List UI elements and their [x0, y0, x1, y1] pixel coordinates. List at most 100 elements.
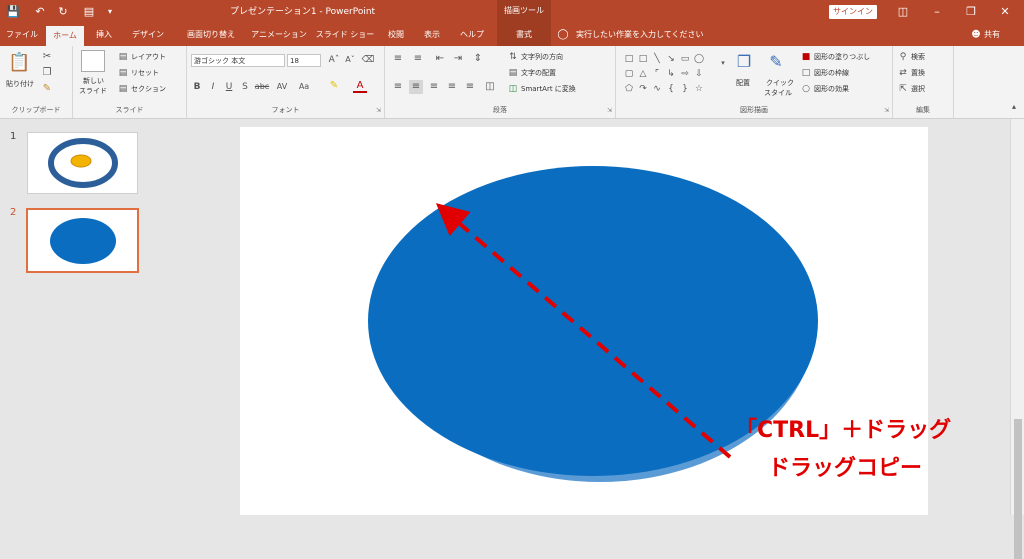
shape-fill-icon[interactable]: ■	[800, 50, 812, 64]
columns-icon[interactable]: ◫	[483, 80, 497, 94]
tab-slideshow[interactable]: スライド ショー	[314, 24, 376, 46]
quick-styles-icon[interactable]: ✎	[766, 52, 786, 72]
left-brace-shape-icon[interactable]: {	[666, 84, 676, 94]
tab-home[interactable]: ホーム	[46, 26, 84, 46]
bold-button[interactable]: B	[191, 80, 203, 94]
decrease-indent-icon[interactable]: ⇤	[433, 52, 447, 66]
vertical-scrollbar[interactable]	[1010, 119, 1024, 559]
gallery-more-icon[interactable]: ▾	[718, 56, 728, 70]
layout-button[interactable]: レイアウト	[131, 52, 166, 62]
arrow-line-shape-icon[interactable]: ↘	[666, 54, 676, 64]
align-left-icon[interactable]: ≡	[391, 80, 405, 94]
tab-view[interactable]: 表示	[416, 24, 448, 46]
line-spacing-icon[interactable]: ⇕	[471, 52, 485, 66]
layout-icon[interactable]: ▤	[117, 50, 129, 64]
star-shape-icon[interactable]: ☆	[694, 84, 704, 94]
shadow-button[interactable]: S	[239, 80, 251, 94]
select-button[interactable]: 選択	[911, 84, 925, 94]
copy-icon[interactable]: ❐	[40, 66, 54, 80]
down-arrow-shape-icon[interactable]: ⇩	[694, 69, 704, 79]
oval-shape-icon[interactable]: ◯	[694, 54, 704, 64]
format-painter-icon[interactable]: ✎	[40, 82, 54, 96]
align-text-icon[interactable]: ▤	[507, 66, 519, 80]
presentation-icon[interactable]: ▤	[80, 3, 98, 21]
tab-design[interactable]: デザイン	[124, 24, 172, 46]
shape-effects-button[interactable]: 図形の効果	[814, 84, 849, 94]
align-text-button[interactable]: 文字の配置	[521, 68, 556, 78]
textbox-shape-icon[interactable]: □	[624, 54, 634, 64]
shape-effects-icon[interactable]: ○	[800, 82, 812, 96]
tab-file[interactable]: ファイル	[2, 24, 42, 46]
new-slide-label-2[interactable]: スライド	[79, 86, 107, 96]
pentagon-shape-icon[interactable]: ⬠	[624, 84, 634, 94]
section-icon[interactable]: ▤	[117, 82, 129, 96]
shrink-font-icon[interactable]: Aˇ	[343, 53, 357, 67]
section-button[interactable]: セクション	[131, 84, 166, 94]
shape-fill-button[interactable]: 図形の塗りつぶし	[814, 52, 870, 62]
rectangle-shape-icon[interactable]: ▭	[680, 54, 690, 64]
tab-animations[interactable]: アニメーション	[248, 24, 310, 46]
close-icon[interactable]: ✕	[990, 2, 1020, 22]
minimize-icon[interactable]: –	[922, 2, 952, 22]
find-button[interactable]: 検索	[911, 52, 925, 62]
strikethrough-button[interactable]: abc	[253, 80, 271, 94]
elbow-shape-icon[interactable]: ⌜	[652, 69, 662, 79]
font-color-button[interactable]: A	[353, 80, 367, 93]
slide-thumbnail-1[interactable]	[27, 132, 138, 194]
highlight-icon[interactable]: ✎	[327, 79, 341, 93]
tab-help[interactable]: ヘルプ	[452, 24, 492, 46]
arrange-button[interactable]: 配置	[736, 78, 750, 88]
replace-icon[interactable]: ⇄	[897, 66, 909, 80]
quick-styles-label-1[interactable]: クイック	[766, 78, 794, 88]
arrange-icon[interactable]: ❐	[734, 52, 754, 72]
tab-format[interactable]: 書式	[497, 24, 551, 46]
select-icon[interactable]: ⇱	[897, 82, 909, 96]
line-shape-icon[interactable]: ╲	[652, 54, 662, 64]
distributed-icon[interactable]: ≡	[463, 80, 477, 94]
freeform-shape-icon[interactable]: ∿	[652, 84, 662, 94]
text-direction-icon[interactable]: ⇅	[507, 50, 519, 64]
smartart-button[interactable]: SmartArt に変換	[521, 84, 576, 94]
rounded-rect-shape-icon[interactable]: ▢	[624, 69, 634, 79]
align-center-icon[interactable]: ≡	[409, 80, 423, 94]
undo-icon[interactable]: ↶	[30, 3, 50, 21]
bullets-icon[interactable]: ≡	[391, 52, 405, 66]
find-icon[interactable]: ⚲	[897, 50, 909, 64]
italic-button[interactable]: I	[207, 80, 219, 94]
right-arrow-shape-icon[interactable]: ⇨	[680, 69, 690, 79]
signin-button[interactable]: サインイン	[829, 5, 877, 19]
justify-icon[interactable]: ≡	[445, 80, 459, 94]
char-spacing-button[interactable]: AV	[273, 80, 291, 94]
tab-review[interactable]: 校閲	[380, 24, 412, 46]
increase-indent-icon[interactable]: ⇥	[451, 52, 465, 66]
collapse-ribbon-icon[interactable]: ▴	[1008, 100, 1020, 114]
paste-button[interactable]: 貼り付け	[6, 79, 34, 89]
tab-insert[interactable]: 挿入	[88, 24, 120, 46]
align-right-icon[interactable]: ≡	[427, 80, 441, 94]
triangle-shape-icon[interactable]: △	[638, 69, 648, 79]
curve-shape-icon[interactable]: ↷	[638, 84, 648, 94]
numbering-icon[interactable]: ≡	[411, 52, 425, 66]
reset-icon[interactable]: ▤	[117, 66, 129, 80]
shape-outline-button[interactable]: 図形の枠線	[814, 68, 849, 78]
quick-styles-label-2[interactable]: スタイル	[764, 88, 792, 98]
save-icon[interactable]: 💾	[4, 3, 22, 21]
replace-button[interactable]: 置換	[911, 68, 925, 78]
elbow-arrow-shape-icon[interactable]: ↳	[666, 69, 676, 79]
grow-font-icon[interactable]: Aˆ	[327, 53, 341, 67]
cut-icon[interactable]: ✂	[40, 50, 54, 64]
smartart-icon[interactable]: ◫	[507, 82, 519, 96]
shape-outline-icon[interactable]: □	[800, 66, 812, 80]
scrollbar-thumb[interactable]	[1014, 419, 1022, 559]
restore-icon[interactable]: ❐	[956, 2, 986, 22]
new-slide-label-1[interactable]: 新しい	[83, 76, 104, 86]
clear-format-icon[interactable]: ⌫	[361, 53, 375, 67]
ribbon-display-icon[interactable]: ◫	[888, 2, 918, 22]
redo-icon[interactable]: ↻	[54, 3, 72, 21]
tab-transitions[interactable]: 画面切り替え	[178, 24, 244, 46]
font-size-select[interactable]: 18	[287, 54, 321, 67]
text-direction-button[interactable]: 文字列の方向	[521, 52, 563, 62]
tell-me-input[interactable]: 実行したい作業を入力してください	[576, 24, 726, 46]
paste-icon[interactable]: 📋	[8, 52, 30, 74]
customize-icon[interactable]: ▾	[104, 3, 116, 21]
